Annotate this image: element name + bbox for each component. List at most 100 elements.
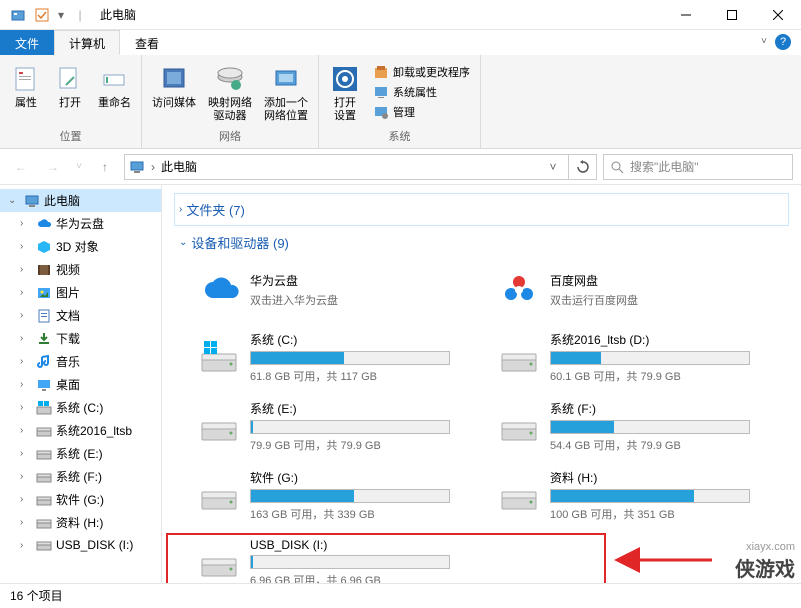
tree-item[interactable]: ›资料 (H:) [0,511,161,534]
disk-drive[interactable]: 系统 (E:) 79.9 GB 可用，共 79.9 GB [194,396,474,457]
tab-computer[interactable]: 计算机 [54,30,120,55]
cloud-icon [36,216,52,232]
disk-icon [198,406,240,448]
drive-progress [250,420,450,434]
cloud-drive[interactable]: 华为云盘双击进入华为云盘 [194,265,474,315]
qat-checkbox-icon[interactable] [30,4,54,26]
window-title: 此电脑 [92,6,136,23]
music-icon [36,354,52,370]
tree-item-label: 视频 [56,261,80,278]
map-drive-button[interactable]: 映射网络 驱动器 [204,61,256,125]
tree-item-label: 3D 对象 [56,238,99,255]
access-media-button[interactable]: 访问媒体 [148,61,200,112]
disk-drive[interactable]: USB_DISK (I:)6.96 GB 可用，共 6.96 GB [194,534,474,583]
tree-item-label: 图片 [56,284,80,301]
qat-dropdown-icon[interactable]: ▾ [54,4,68,26]
tree-item-label: 系统 (C:) [56,399,103,416]
collapse-ribbon-icon[interactable]: ˅ [761,36,767,47]
address-bar: ← → ˅ ↑ › 此电脑 ˅ 搜索"此电脑" [0,149,801,185]
close-button[interactable] [755,0,801,30]
tab-view[interactable]: 查看 [120,30,174,55]
tree-item[interactable]: ›系统 (F:) [0,465,161,488]
drive-progress [550,420,750,434]
cube-icon [36,239,52,255]
manage-button[interactable]: 管理 [369,103,474,121]
uninstall-button[interactable]: 卸载或更改程序 [369,63,474,81]
tree-item[interactable]: ›下载 [0,327,161,350]
content-area[interactable]: › 文件夹 (7) ⌄ 设备和驱动器 (9) 华为云盘双击进入华为云盘百度网盘双… [162,185,801,583]
section-folders[interactable]: › 文件夹 (7) [174,193,789,226]
back-button[interactable]: ← [8,154,34,180]
disk-drive[interactable]: 系统 (C:)61.8 GB 可用，共 117 GB [194,327,474,388]
ribbon-group-location: 属性 打开 重命名 位置 [0,55,142,148]
search-input[interactable]: 搜索"此电脑" [603,154,793,180]
tree-item-label: USB_DISK (I:) [56,538,133,552]
disk-win-icon [36,400,52,416]
doc-icon [36,308,52,324]
drive-free: 79.9 GB 可用，共 79.9 GB [250,437,470,453]
address-dropdown-icon[interactable]: ˅ [542,160,564,174]
item-count: 16 个项目 [10,587,63,604]
cloud-drive[interactable]: 百度网盘双击运行百度网盘 [494,265,774,315]
refresh-button[interactable] [569,154,597,180]
title-separator: | [68,4,92,26]
drive-name: 系统2016_ltsb (D:) [550,331,770,348]
system-properties-button[interactable]: 系统属性 [369,83,474,101]
drive-name: 百度网盘 [550,272,770,289]
up-button[interactable]: ↑ [92,154,118,180]
tree-item-label: 音乐 [56,353,80,370]
ribbon: 属性 打开 重命名 位置 访问媒体 映射网络 驱动器 [0,55,801,149]
disk-drive[interactable]: 软件 (G:)163 GB 可用，共 339 GB [194,465,474,526]
help-icon[interactable]: ? [775,34,791,50]
disk-icon [36,469,52,485]
disk-icon [198,475,240,517]
add-network-button[interactable]: 添加一个 网络位置 [260,61,312,125]
drive-free: 60.1 GB 可用，共 79.9 GB [550,368,770,384]
drive-progress [250,489,450,503]
address-input[interactable]: › 此电脑 ˅ [124,154,569,180]
tree-item[interactable]: ›软件 (G:) [0,488,161,511]
tree-item[interactable]: ›华为云盘 [0,212,161,235]
tree-item[interactable]: ›系统2016_ltsb [0,419,161,442]
sidebar[interactable]: ⌄ 此电脑 ›华为云盘›3D 对象›视频›图片›文档›下载›音乐›桌面›系统 (… [0,185,162,583]
tree-item[interactable]: ›桌面 [0,373,161,396]
tree-item[interactable]: ›图片 [0,281,161,304]
desktop-icon [36,377,52,393]
forward-button[interactable]: → [40,154,66,180]
tree-root-thispc[interactable]: ⌄ 此电脑 [0,189,161,212]
open-button[interactable]: 打开 [50,61,90,112]
tree-item-label: 系统 (F:) [56,468,102,485]
properties-button[interactable]: 属性 [6,61,46,112]
drive-name: 系统 (E:) [250,400,470,417]
baidu-icon [498,269,540,311]
tree-item[interactable]: ›文档 [0,304,161,327]
drive-name: USB_DISK (I:) [250,538,470,552]
tree-item-label: 文档 [56,307,80,324]
tree-item-label: 系统 (E:) [56,445,103,462]
section-drives[interactable]: ⌄ 设备和驱动器 (9) [174,226,789,259]
disk-drive[interactable]: 系统2016_ltsb (D:) 60.1 GB 可用，共 79.9 GB [494,327,774,388]
rename-button[interactable]: 重命名 [94,61,135,112]
app-icon[interactable] [6,4,30,26]
tree-item[interactable]: ›系统 (E:) [0,442,161,465]
tree-item[interactable]: ›USB_DISK (I:) [0,534,161,556]
history-dropdown[interactable]: ˅ [72,154,86,180]
tree-item[interactable]: ›3D 对象 [0,235,161,258]
tree-item[interactable]: ›视频 [0,258,161,281]
drive-free: 163 GB 可用，共 339 GB [250,506,470,522]
tab-file[interactable]: 文件 [0,30,54,55]
tree-item-label: 桌面 [56,376,80,393]
disk-drive[interactable]: 系统 (F:)54.4 GB 可用，共 79.9 GB [494,396,774,457]
drive-name: 系统 (F:) [550,400,770,417]
huawei-icon [198,269,240,311]
tree-item[interactable]: ›系统 (C:) [0,396,161,419]
maximize-button[interactable] [709,0,755,30]
drive-progress [550,489,750,503]
open-settings-button[interactable]: 打开 设置 [325,61,365,125]
disk-drive[interactable]: 资料 (H:)100 GB 可用，共 351 GB [494,465,774,526]
disk-icon [36,492,52,508]
disk-icon [498,406,540,448]
tree-item[interactable]: ›音乐 [0,350,161,373]
window-controls [663,0,801,30]
minimize-button[interactable] [663,0,709,30]
